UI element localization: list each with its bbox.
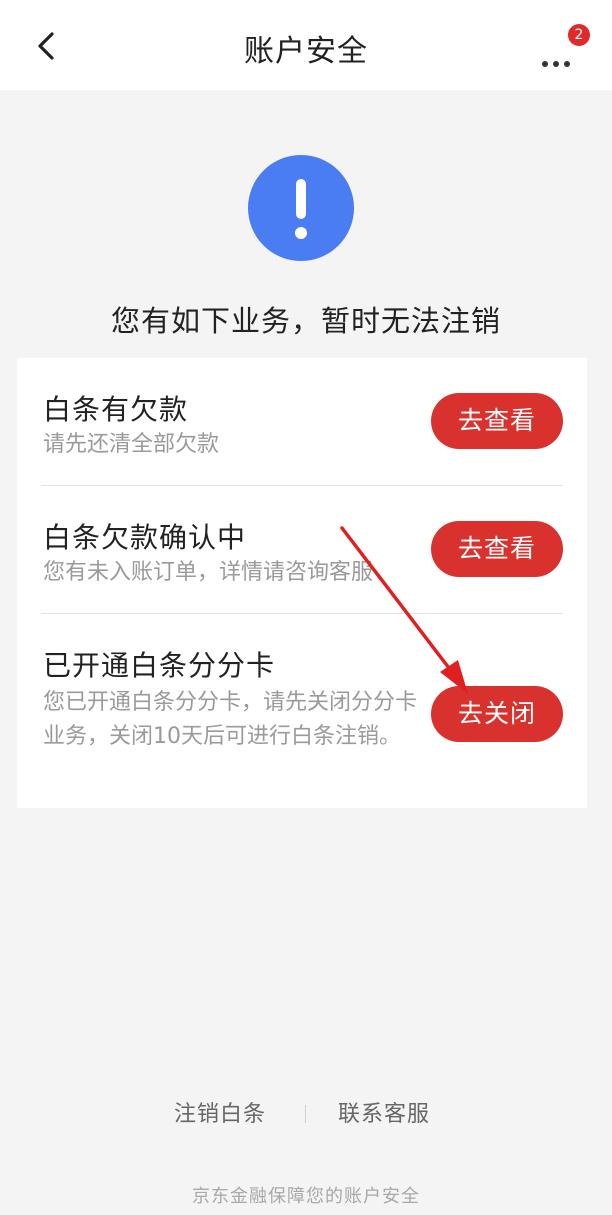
view-button[interactable]: 去查看 xyxy=(431,393,563,449)
item-description: 您已开通白条分分卡，请先关闭分分卡业务，关闭10天后可进行白条注销。 xyxy=(43,690,418,749)
exclamation-circle-icon xyxy=(248,155,354,261)
more-dots-icon xyxy=(542,52,575,71)
item-description: 您有未入账订单，详情请咨询客服 xyxy=(43,560,374,585)
blocking-items-card: 白条有欠款 请先还清全部欠款 去查看 白条欠款确认中 您有未入账订单，详情请咨询… xyxy=(17,358,587,808)
footer-links: 注销白条 联系客服 xyxy=(0,1096,612,1130)
notification-badge: 2 xyxy=(568,24,590,46)
page-title: 账户安全 xyxy=(244,34,368,69)
view-button[interactable]: 去查看 xyxy=(431,521,563,577)
security-note: 京东金融保障您的账户安全 xyxy=(192,1186,420,1207)
contact-service-link[interactable]: 联系客服 xyxy=(338,1096,430,1128)
top-bar: 账户安全 2 xyxy=(0,0,612,90)
item-title: 白条有欠款 xyxy=(43,393,189,426)
notice-text: 您有如下业务，暂时无法注销 xyxy=(110,304,501,338)
close-service-button[interactable]: 去关闭 xyxy=(431,686,563,742)
footer-divider xyxy=(305,1105,306,1123)
cancel-baitiao-link[interactable]: 注销白条 xyxy=(174,1096,266,1128)
list-item: 已开通白条分分卡 您已开通白条分分卡，请先关闭分分卡业务，关闭10天后可进行白条… xyxy=(17,614,587,808)
item-title: 已开通白条分分卡 xyxy=(43,649,276,682)
item-title: 白条欠款确认中 xyxy=(43,521,247,554)
list-item: 白条有欠款 请先还清全部欠款 去查看 xyxy=(17,358,587,486)
list-item: 白条欠款确认中 您有未入账订单，详情请咨询客服 去查看 xyxy=(17,486,587,614)
item-description: 请先还清全部欠款 xyxy=(43,432,220,457)
more-button[interactable]: 2 xyxy=(534,24,590,72)
